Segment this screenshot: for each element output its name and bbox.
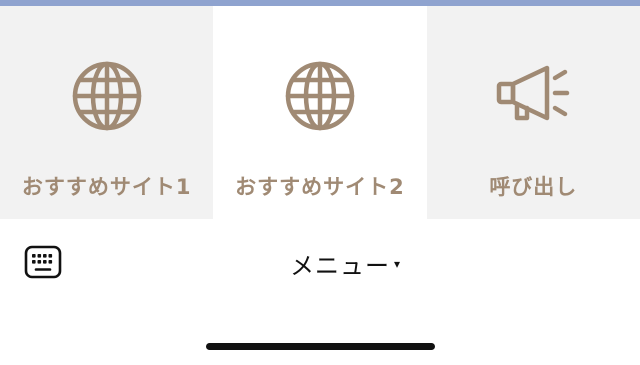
menu-toggle-button[interactable]: メニュー ▾ [290,247,401,280]
globe-icon [282,58,358,134]
megaphone-icon [495,58,571,134]
tile-label: おすすめサイト2 [235,175,405,199]
tile-recommended-site-1[interactable]: おすすめサイト1 [0,6,214,219]
keyboard-icon[interactable] [24,245,62,279]
chat-menu-bar: メニュー ▾ [0,219,640,309]
caret-down-icon: ▾ [394,257,401,271]
globe-icon [69,58,145,134]
home-indicator [206,343,435,350]
tile-recommended-site-2[interactable]: おすすめサイト2 [213,6,427,219]
tile-label: おすすめサイト1 [21,175,192,199]
tile-label: 呼び出し [489,175,578,199]
menu-label: メニュー [290,251,390,280]
rich-menu: おすすめサイト1 おすすめサイト2 呼び出し [0,6,640,219]
tile-call[interactable]: 呼び出し [426,6,640,219]
